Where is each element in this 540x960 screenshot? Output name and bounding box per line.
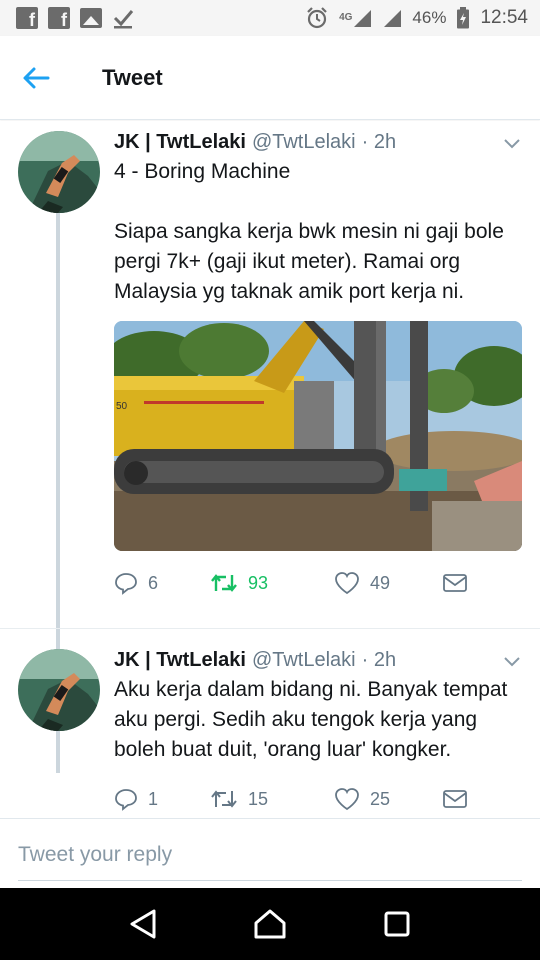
like-button[interactable]: 49 [334,571,442,595]
envelope-icon [443,790,467,808]
status-bar-notifications: f f [16,7,134,29]
gallery-icon [80,8,102,28]
signal-icon [352,8,372,28]
tweet-text: Aku kerja dalam bidang ni. Banyak tempat… [114,678,514,761]
tweet-text: 4 - Boring Machine Siapa sangka kerja bw… [114,160,504,303]
retweet-icon [211,574,237,592]
tweet-photo[interactable]: 50 [114,321,522,551]
like-count: 49 [370,572,391,593]
like-button[interactable]: 25 [334,787,442,811]
heart-icon [335,572,359,595]
retweet-count: 15 [248,788,269,809]
reply-count: 6 [148,572,159,593]
tweet-time: · 2h [361,131,397,153]
recents-square-icon [384,911,410,937]
author-handle[interactable]: @TwtLelaki [252,647,356,673]
avatar[interactable] [18,131,100,213]
reply-icon [115,789,137,811]
author-name[interactable]: JK | TwtLelaki [114,129,246,155]
svg-text:50: 50 [116,401,128,412]
battery-percent: 46% [412,8,447,27]
tweet-thread[interactable]: JK | TwtLelaki @TwtLelaki · 2h 4 - Borin… [0,121,540,818]
nav-recents-button[interactable] [367,894,427,954]
nav-back-button[interactable] [113,894,173,954]
reply-button[interactable]: 6 [114,571,210,595]
direct-message-button[interactable] [442,788,468,810]
facebook-icon: f [16,7,38,29]
tweet-actions: 6 93 49 [114,569,524,597]
signal-icon [382,8,402,28]
reply-count: 1 [148,788,159,809]
system-nav-bar [0,888,540,960]
status-bar: f f 4G 46% 12:54 [0,0,540,36]
status-bar-system: 4G 46% 12:54 [305,6,528,30]
envelope-icon [443,574,467,592]
clock: 12:54 [480,7,528,28]
like-count: 25 [370,788,391,809]
chevron-down-icon [504,657,520,667]
alarm-icon [305,6,329,30]
retweet-button[interactable]: 15 [210,787,334,811]
check-icon [112,7,134,29]
retweet-button[interactable]: 93 [210,571,334,595]
battery-icon [456,7,470,29]
network-type-label: 4G [339,12,353,23]
tweet-actions: 1 15 25 [114,785,524,813]
tweet-menu-button[interactable] [500,651,524,671]
retweet-count: 93 [248,572,269,593]
arrow-left-icon [23,67,50,88]
chevron-down-icon [504,139,520,149]
heart-icon [335,788,359,811]
nav-home-button[interactable] [240,894,300,954]
author-handle[interactable]: @TwtLelaki [252,129,356,155]
avatar[interactable] [18,649,100,731]
tweet-menu-button[interactable] [500,133,524,153]
retweet-icon [211,790,237,808]
page-title: Tweet [102,64,163,90]
reply-input[interactable] [18,829,522,881]
direct-message-button[interactable] [442,572,468,594]
reply-button[interactable]: 1 [114,787,210,811]
reply-icon [115,573,137,595]
tweet-divider [0,628,540,629]
tweet-header: JK | TwtLelaki @TwtLelaki · 2h [114,647,524,673]
tweet-time: · 2h [361,649,397,671]
app-header: Tweet [0,36,540,120]
back-triangle-icon [130,909,156,939]
author-name[interactable]: JK | TwtLelaki [114,647,246,673]
facebook-icon: f [48,7,70,29]
tweet-header: JK | TwtLelaki @TwtLelaki · 2h [114,129,524,155]
reply-bar [0,818,540,888]
home-icon [254,909,286,939]
back-button[interactable] [0,36,72,120]
